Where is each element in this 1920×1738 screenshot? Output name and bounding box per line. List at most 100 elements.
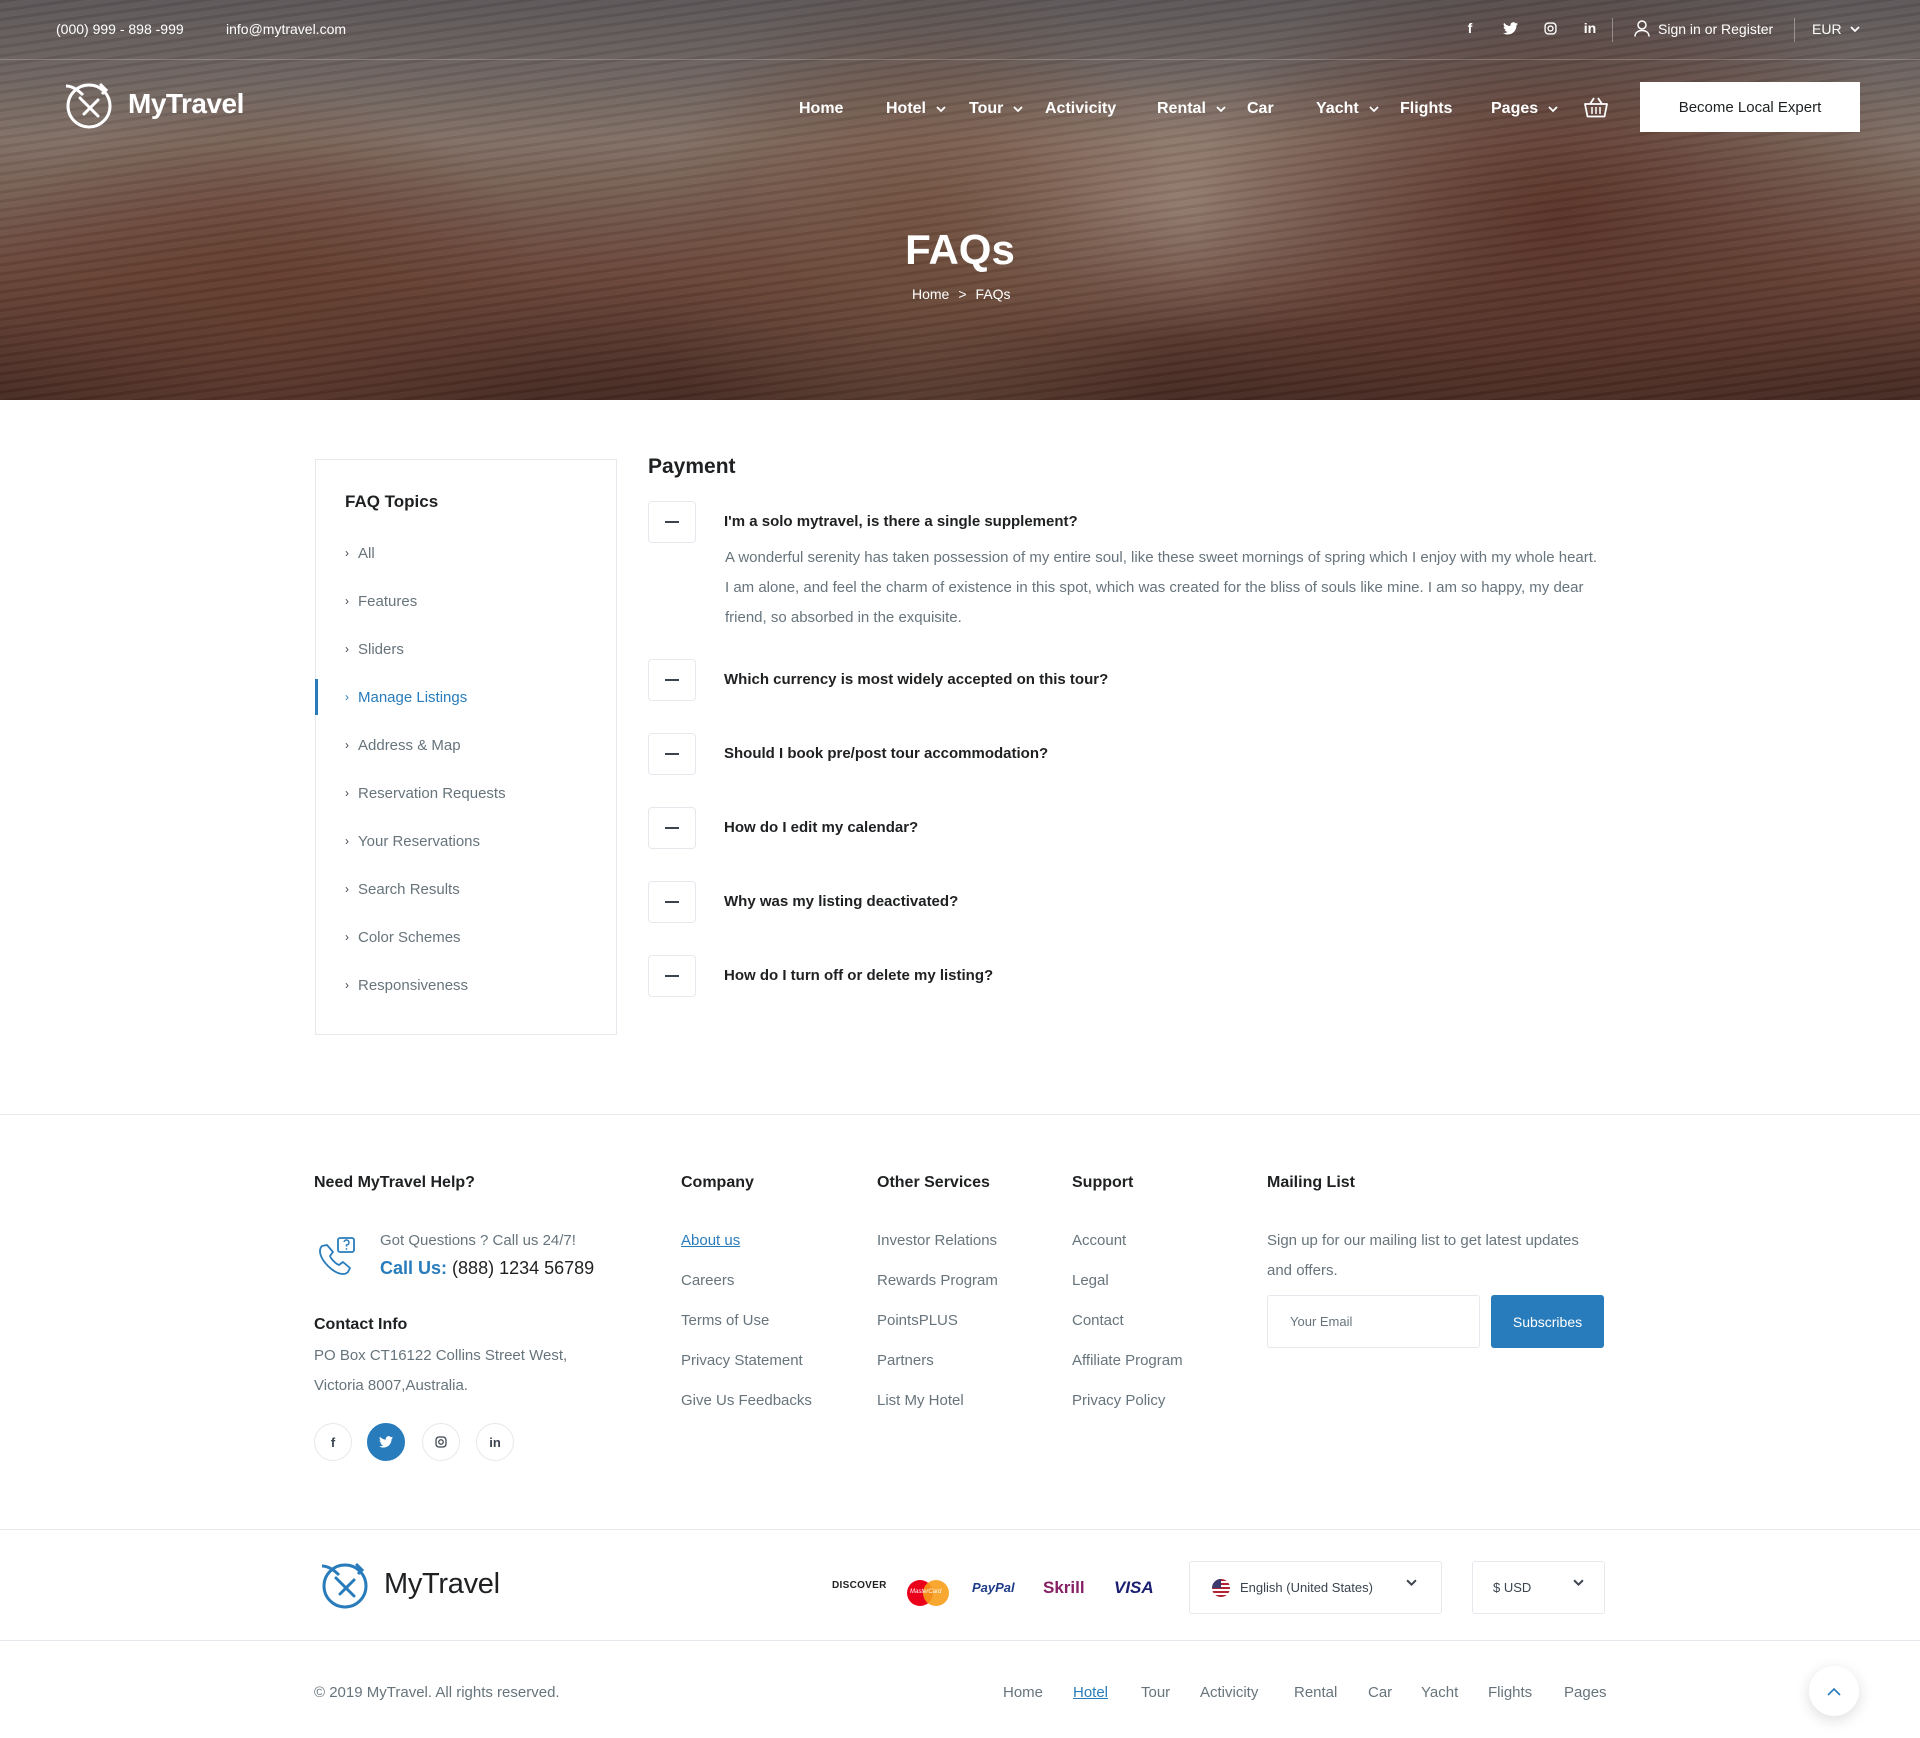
bottom-nav-flights[interactable]: Flights [1488,1684,1532,1701]
chevron-right-icon: › [345,690,349,704]
top-email[interactable]: info@mytravel.com [226,21,346,37]
menu-item-home[interactable]: Home [799,100,843,118]
collapse-toggle-button[interactable] [648,807,696,849]
currency-select[interactable]: $ USD [1472,1561,1605,1614]
call-us[interactable]: Call Us: (888) 1234 56789 [380,1258,594,1279]
footer-link-privacy-policy[interactable]: Privacy Policy [1072,1392,1165,1409]
collapse-toggle-button[interactable] [648,955,696,997]
faq-question[interactable]: Why was my listing deactivated? [724,893,958,910]
collapse-toggle-button[interactable] [648,881,696,923]
top-phone[interactable]: (000) 999 - 898 -999 [56,21,184,37]
faq-question[interactable]: Which currency is most widely accepted o… [724,671,1108,688]
footer-link-careers[interactable]: Careers [681,1272,734,1289]
menu-item-yacht[interactable]: Yacht [1316,100,1379,118]
menu-label: Hotel [886,100,926,117]
bottom-nav-tour[interactable]: Tour [1141,1684,1170,1701]
currency-dropdown[interactable]: EUR [1812,21,1860,37]
menu-label: Pages [1491,100,1539,117]
footer-link-partners[interactable]: Partners [877,1352,934,1369]
become-local-expert-button[interactable]: Become Local Expert [1640,82,1860,132]
footer-link-about-us[interactable]: About us [681,1232,740,1249]
footer-logo[interactable]: MyTravel [316,1556,500,1612]
minus-icon [665,975,679,977]
footer-link-feedback[interactable]: Give Us Feedbacks [681,1392,812,1409]
breadcrumb-home[interactable]: Home [912,286,949,302]
topic-search-results[interactable]: › Search Results [316,869,616,909]
footer-link-account[interactable]: Account [1072,1232,1126,1249]
main-navbar: MyTravel Home Hotel Tour Activicity Rent… [0,60,1920,156]
faq-question[interactable]: I'm a solo mytravel, is there a single s… [724,513,1078,530]
email-field[interactable] [1267,1295,1480,1348]
cart-icon[interactable] [1584,96,1608,123]
minus-icon [665,901,679,903]
topic-color-schemes[interactable]: › Color Schemes [316,917,616,957]
bottom-nav-yacht[interactable]: Yacht [1421,1684,1458,1701]
faq-question[interactable]: How do I edit my calendar? [724,819,918,836]
footer-link-investor-relations[interactable]: Investor Relations [877,1232,997,1249]
twitter-icon[interactable] [1500,18,1520,38]
menu-item-car[interactable]: Car [1247,100,1274,118]
facebook-icon[interactable]: f [314,1423,352,1461]
faq-topics-sidebar: FAQ Topics › All › Features › Sliders › Mana… [315,459,617,1035]
chevron-down-icon [1013,105,1023,112]
menu-item-rental[interactable]: Rental [1157,100,1226,118]
topic-features[interactable]: › Features [316,581,616,621]
footer-link-contact[interactable]: Contact [1072,1312,1124,1329]
footer-link-privacy-statement[interactable]: Privacy Statement [681,1352,803,1369]
topic-reservation-requests[interactable]: › Reservation Requests [316,773,616,813]
footer-link-rewards[interactable]: Rewards Program [877,1272,998,1289]
faq-question[interactable]: How do I turn off or delete my listing? [724,967,993,984]
facebook-icon[interactable]: f [1460,18,1480,38]
topic-manage-listings[interactable]: › Manage Listings [315,677,616,717]
hero-banner: (000) 999 - 898 -999 info@mytravel.com f… [0,0,1920,400]
collapse-toggle-button[interactable] [648,501,696,543]
copyright-text: © 2019 MyTravel. All rights reserved. [314,1684,560,1701]
topic-label: Features [358,592,418,610]
menu-item-activity[interactable]: Activicity [1045,100,1116,118]
topic-sliders[interactable]: › Sliders [316,629,616,669]
menu-label: Activicity [1045,100,1117,117]
bottom-nav-car[interactable]: Car [1368,1684,1392,1701]
linkedin-icon[interactable]: in [1580,18,1600,38]
bottom-nav-rental[interactable]: Rental [1294,1684,1337,1701]
visa-logo: VISA [1114,1578,1154,1597]
faq-question[interactable]: Should I book pre/post tour accommodatio… [724,745,1048,762]
collapse-toggle-button[interactable] [648,733,696,775]
menu-item-tour[interactable]: Tour [969,100,1023,118]
menu-label: Home [799,100,844,117]
instagram-icon[interactable] [422,1423,460,1461]
menu-item-hotel[interactable]: Hotel [886,100,946,118]
menu-item-pages[interactable]: Pages [1491,100,1558,118]
signin-link[interactable]: Sign in or Register [1634,20,1773,37]
twitter-icon[interactable] [367,1423,405,1461]
topic-your-reservations[interactable]: › Your Reservations [316,821,616,861]
footer-link-list-hotel[interactable]: List My Hotel [877,1392,964,1409]
mastercard-text: MasterCard [910,1589,942,1595]
footer-link-pointsplus[interactable]: PointsPLUS [877,1312,958,1329]
topic-label: Manage Listings [358,688,468,706]
footer-link-legal[interactable]: Legal [1072,1272,1109,1289]
subscribe-button[interactable]: Subscribes [1491,1295,1604,1348]
chevron-right-icon: › [345,834,349,848]
footer-link-affiliate[interactable]: Affiliate Program [1072,1352,1183,1369]
page-title: FAQs [905,226,1015,273]
topic-all[interactable]: › All [316,533,616,573]
instagram-icon[interactable] [1540,18,1560,38]
scroll-to-top-button[interactable] [1809,1666,1859,1716]
topic-responsiveness[interactable]: › Responsiveness [316,965,616,1005]
bottom-nav-hotel[interactable]: Hotel [1073,1684,1108,1701]
bottom-nav-pages[interactable]: Pages [1564,1684,1607,1701]
language-select[interactable]: English (United States) [1189,1561,1442,1614]
minus-icon [665,827,679,829]
topic-address-map[interactable]: › Address & Map [316,725,616,765]
bottom-nav-home[interactable]: Home [1003,1684,1043,1701]
menu-item-flights[interactable]: Flights [1400,100,1452,118]
collapse-toggle-button[interactable] [648,659,696,701]
help-title: Need MyTravel Help? [314,1174,475,1191]
linkedin-icon[interactable]: in [476,1423,514,1461]
footer-link-terms[interactable]: Terms of Use [681,1312,769,1329]
chevron-right-icon: › [345,738,349,752]
site-logo[interactable]: MyTravel [60,76,244,132]
logo-text: MyTravel [128,88,244,119]
bottom-nav-activity[interactable]: Activicity [1200,1684,1258,1701]
